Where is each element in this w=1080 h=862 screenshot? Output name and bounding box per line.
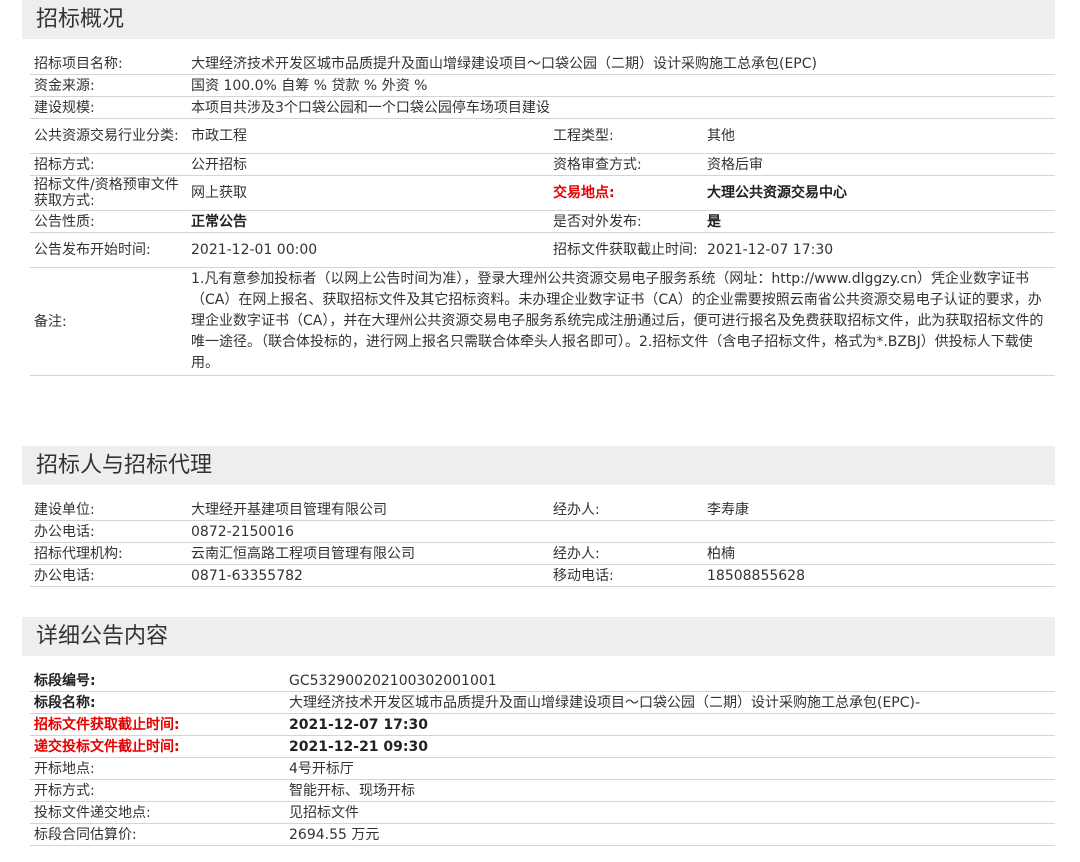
section-header-agent: 招标人与招标代理 — [22, 446, 1055, 485]
table-row: 开标地点: 4号开标厅 — [30, 757, 1055, 780]
field-label: 投标文件递交地点: — [30, 801, 285, 824]
field-label: 公告发布开始时间: — [30, 232, 187, 268]
field-value: 是 — [703, 210, 1056, 233]
table-row: 办公电话: 0872-2150016 — [30, 520, 1055, 543]
field-value: 4号开标厅 — [285, 757, 1055, 780]
field-label: 备注: — [30, 267, 187, 376]
table-row: 资金来源: 国资 100.0% 自筹 % 贷款 % 外资 % — [30, 74, 1056, 97]
field-value: 市政工程 — [187, 118, 549, 154]
field-value: 其他 — [703, 118, 1056, 154]
field-value: 2021-12-01 00:00 — [187, 232, 549, 268]
table-row: 建设单位: 大理经开基建项目管理有限公司 经办人: 李寿康 — [30, 499, 1055, 521]
field-label: 办公电话: — [30, 520, 187, 543]
field-label: 公共资源交易行业分类: — [30, 118, 187, 154]
table-row: 公共资源交易行业分类: 市政工程 工程类型: 其他 — [30, 118, 1056, 154]
section-title-agent: 招标人与招标代理 — [36, 453, 213, 478]
field-value: 见招标文件 — [285, 801, 1055, 824]
field-label: 经办人: — [549, 542, 703, 565]
detail-table: 标段编号: GC532900202100302001001 标段名称: 大理经济技术开… — [30, 670, 1055, 846]
field-value: 2021-12-07 17:30 — [285, 713, 1055, 736]
field-label: 招标文件获取截止时间: — [549, 232, 703, 268]
field-label: 建设规模: — [30, 96, 187, 119]
table-row: 递交投标文件截止时间: 2021-12-21 09:30 — [30, 735, 1055, 758]
field-label: 资金来源: — [30, 74, 187, 97]
field-label: 公告性质: — [30, 210, 187, 233]
table-row: 办公电话: 0871-63355782 移动电话: 18508855628 — [30, 564, 1055, 587]
field-value: 18508855628 — [703, 564, 1055, 587]
field-label: 标段编号: — [30, 670, 285, 692]
field-value: 2021-12-07 17:30 — [703, 232, 1056, 268]
field-value: 0871-63355782 — [187, 564, 549, 587]
field-value: GC532900202100302001001 — [285, 670, 1055, 692]
field-label: 经办人: — [549, 499, 703, 521]
table-row: 投标文件递交地点: 见招标文件 — [30, 801, 1055, 824]
field-value: 大理公共资源交易中心 — [703, 175, 1056, 211]
field-value: 2694.55 万元 — [285, 823, 1055, 846]
table-row: 标段合同估算价: 2694.55 万元 — [30, 823, 1055, 846]
section-title-overview: 招标概况 — [36, 7, 125, 32]
field-label: 办公电话: — [30, 564, 187, 587]
field-value: 网上获取 — [187, 175, 549, 211]
field-value: 大理经济技术开发区城市品质提升及面山增绿建设项目～口袋公园（二期）设计采购施工总… — [285, 691, 1055, 714]
table-row: 招标文件获取截止时间: 2021-12-07 17:30 — [30, 713, 1055, 736]
agent-table: 建设单位: 大理经开基建项目管理有限公司 经办人: 李寿康 办公电话: 0872… — [30, 499, 1055, 587]
field-label: 招标文件/资格预审文件获取方式: — [30, 175, 187, 211]
field-value: 国资 100.0% 自筹 % 贷款 % 外资 % — [187, 74, 1056, 97]
table-row: 开标方式: 智能开标、现场开标 — [30, 779, 1055, 802]
field-value: 李寿康 — [703, 499, 1055, 521]
table-row: 公告性质: 正常公告 是否对外发布: 是 — [30, 210, 1056, 233]
field-label: 招标文件获取截止时间: — [30, 713, 285, 736]
table-row: 招标文件/资格预审文件获取方式: 网上获取 交易地点: 大理公共资源交易中心 — [30, 175, 1056, 211]
field-label: 工程类型: — [549, 118, 703, 154]
overview-table: 招标项目名称: 大理经济技术开发区城市品质提升及面山增绿建设项目～口袋公园（二期… — [30, 53, 1056, 376]
section-title-detail: 详细公告内容 — [36, 624, 169, 649]
section-header-detail: 详细公告内容 — [22, 617, 1055, 656]
table-row: 招标方式: 公开招标 资格审查方式: 资格后审 — [30, 153, 1056, 176]
field-label: 建设单位: — [30, 499, 187, 521]
field-label: 招标代理机构: — [30, 542, 187, 565]
field-value: 资格后审 — [703, 153, 1056, 176]
field-label: 移动电话: — [549, 564, 703, 587]
table-row: 标段编号: GC532900202100302001001 — [30, 670, 1055, 692]
field-label: 标段名称: — [30, 691, 285, 714]
field-value: 公开招标 — [187, 153, 549, 176]
field-value: 大理经开基建项目管理有限公司 — [187, 499, 549, 521]
field-label: 标段合同估算价: — [30, 823, 285, 846]
table-row: 备注: 1.凡有意参加投标者（以网上公告时间为准），登录大理州公共资源交易电子服… — [30, 267, 1056, 376]
field-label: 招标项目名称: — [30, 53, 187, 75]
field-label: 开标方式: — [30, 779, 285, 802]
field-value: 0872-2150016 — [187, 520, 549, 543]
table-row: 标段名称: 大理经济技术开发区城市品质提升及面山增绿建设项目～口袋公园（二期）设计… — [30, 691, 1055, 714]
field-label: 资格审查方式: — [549, 153, 703, 176]
field-value: 正常公告 — [187, 210, 549, 233]
field-label: 招标方式: — [30, 153, 187, 176]
field-value: 柏楠 — [703, 542, 1055, 565]
table-row: 招标项目名称: 大理经济技术开发区城市品质提升及面山增绿建设项目～口袋公园（二期… — [30, 53, 1056, 75]
field-value: 大理经济技术开发区城市品质提升及面山增绿建设项目～口袋公园（二期）设计采购施工总… — [187, 53, 1056, 75]
field-label: 是否对外发布: — [549, 210, 703, 233]
table-row: 招标代理机构: 云南汇恒高路工程项目管理有限公司 经办人: 柏楠 — [30, 542, 1055, 565]
field-label: 开标地点: — [30, 757, 285, 780]
section-header-overview: 招标概况 — [22, 0, 1055, 39]
page: 招标概况 招标项目名称: 大理经济技术开发区城市品质提升及面山增绿建设项目～口袋… — [0, 0, 1080, 862]
field-label: 递交投标文件截止时间: — [30, 735, 285, 758]
field-label: 交易地点: — [549, 175, 703, 211]
table-row: 建设规模: 本项目共涉及3个口袋公园和一个口袋公园停车场项目建设 — [30, 96, 1056, 119]
field-value: 本项目共涉及3个口袋公园和一个口袋公园停车场项目建设 — [187, 96, 1056, 119]
note-text: 1.凡有意参加投标者（以网上公告时间为准），登录大理州公共资源交易电子服务系统（… — [187, 267, 1056, 376]
field-value: 2021-12-21 09:30 — [285, 735, 1055, 758]
table-row: 公告发布开始时间: 2021-12-01 00:00 招标文件获取截止时间: 2… — [30, 232, 1056, 268]
field-value: 智能开标、现场开标 — [285, 779, 1055, 802]
field-value: 云南汇恒高路工程项目管理有限公司 — [187, 542, 549, 565]
